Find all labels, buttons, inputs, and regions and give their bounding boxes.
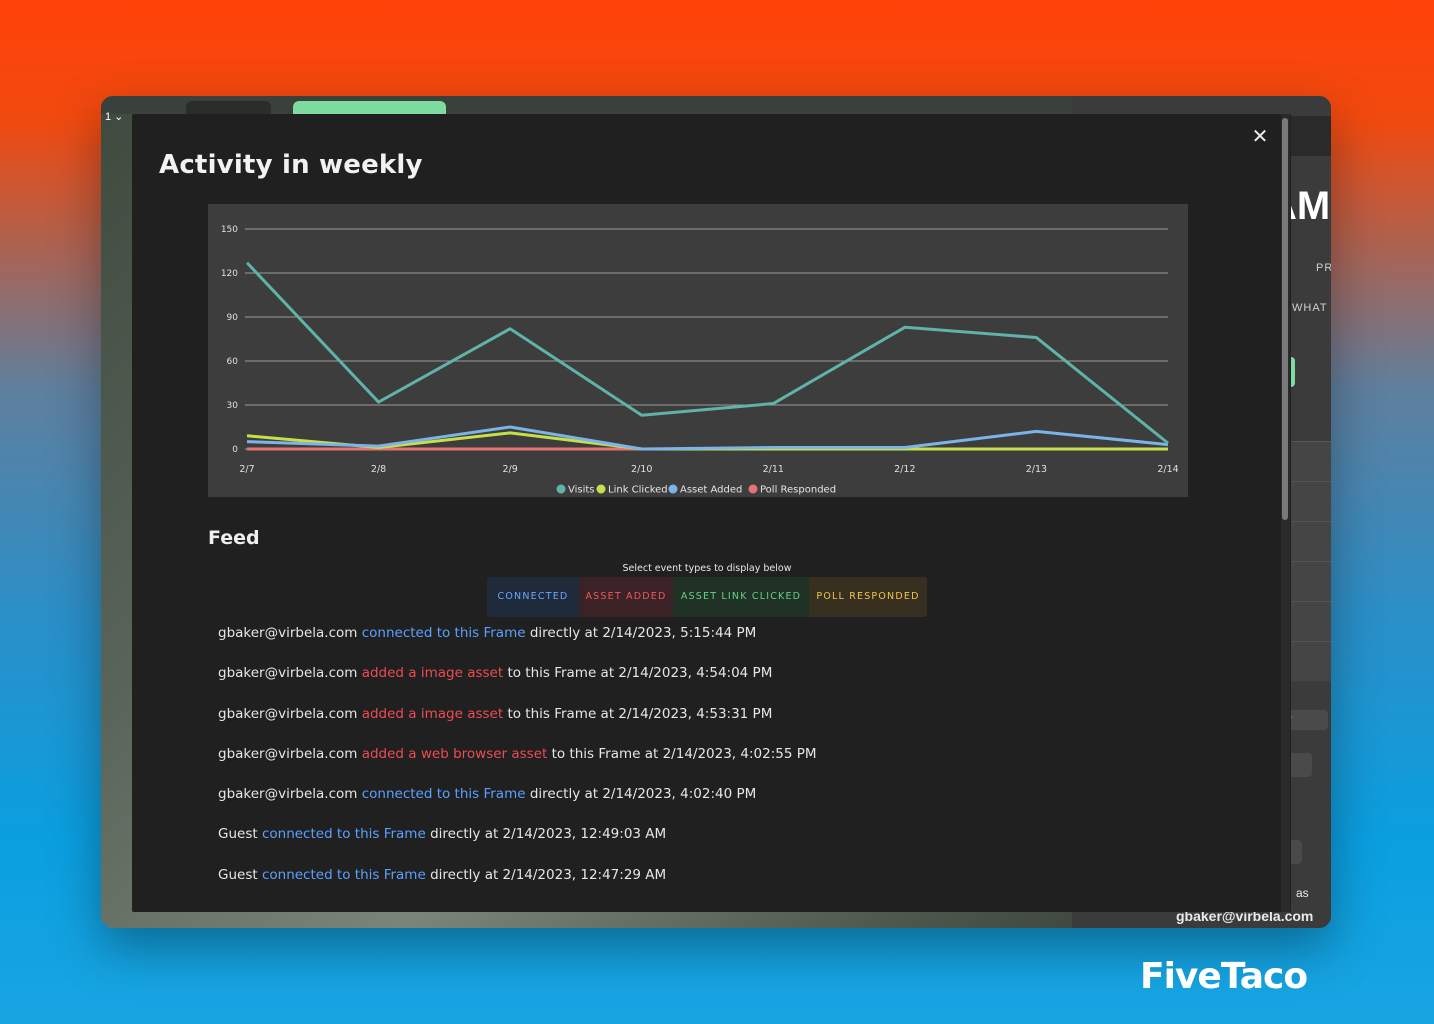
fivetaco-logo: FiveTaco <box>1140 956 1308 997</box>
feed-item-action-link[interactable]: connected to this Frame <box>362 625 526 641</box>
background-right-label-pr: PR <box>1316 262 1331 274</box>
feed-item-user: Guest <box>218 866 258 883</box>
chart-y-tick-label: 60 <box>227 357 239 367</box>
feed-item-action-link[interactable]: added a web browser asset <box>362 746 548 762</box>
feed-item: gbaker@virbela.com connected to this Fra… <box>218 786 1198 826</box>
chart-legend-marker <box>596 484 606 494</box>
feed-item-user: gbaker@virbela.com <box>218 745 358 762</box>
filter-caption: Select event types to display below <box>622 563 792 574</box>
chart-x-tick-label: 2/14 <box>1157 464 1178 475</box>
chart-legend-marker <box>748 484 758 494</box>
feed-item-detail: to this Frame at 2/14/2023, 4:54:04 PM <box>507 665 773 682</box>
feed-item: gbaker@virbela.com added a image asset t… <box>218 665 1198 705</box>
feed-item-detail: directly at 2/14/2023, 12:49:03 AM <box>430 826 667 843</box>
chart-x-tick-label: 2/8 <box>371 464 386 475</box>
feed-item: gbaker@virbela.com connected to this Fra… <box>218 625 1198 665</box>
background-right-as-label: as <box>1296 886 1309 900</box>
chart-legend-label: Asset Added <box>680 485 742 496</box>
chart-legend-label: Link Clicked <box>608 485 668 496</box>
modal-title: Activity in weekly <box>159 150 423 180</box>
feed-item-user: Guest <box>218 826 258 843</box>
feed-list: gbaker@virbela.com connected to this Fra… <box>218 625 1198 907</box>
chart-series-line <box>245 261 1169 445</box>
feed-item: Guest connected to this Frame directly a… <box>218 867 1198 907</box>
chart-legend-marker <box>668 484 678 494</box>
feed-item-detail: to this Frame at 2/14/2023, 4:02:55 PM <box>551 745 817 762</box>
activity-modal: ✕ Activity in weekly 0 30 60 90 120 150 2/7 2/8… <box>132 114 1291 912</box>
feed-title: Feed <box>208 527 260 549</box>
background-tab-number[interactable]: 1 ⌄ <box>105 110 123 123</box>
chart-y-tick-label: 90 <box>227 313 239 323</box>
chart-legend-label: Visits <box>568 485 595 496</box>
filter-connected-button[interactable]: CONNECTED <box>487 577 579 617</box>
chart-legend-label: Poll Responded <box>760 485 836 496</box>
feed-item: Guest connected to this Frame directly a… <box>218 826 1198 866</box>
feed-item-user: gbaker@virbela.com <box>218 786 358 803</box>
feed-item-detail: directly at 2/14/2023, 4:02:40 PM <box>529 786 757 803</box>
feed-item-detail: to this Frame at 2/14/2023, 4:53:31 PM <box>507 705 773 722</box>
chart-legend-marker <box>556 484 566 494</box>
feed-item-action-link[interactable]: connected to this Frame <box>362 786 526 802</box>
filter-poll-responded-button[interactable]: POLL RESPONDED <box>809 577 927 617</box>
activity-chart: 0 30 60 90 120 150 2/7 2/8 2/9 2/10 2/11 2/12 2/13 2/… <box>208 204 1188 497</box>
event-type-filter: CONNECTED ASSET ADDED ASSET LINK CLICKED… <box>487 577 927 617</box>
modal-scrollbar[interactable] <box>1281 114 1290 912</box>
chart-series-line <box>246 425 1169 451</box>
chart-x-tick-label: 2/9 <box>502 464 517 475</box>
background-tab[interactable] <box>186 101 271 114</box>
chart-x-tick-label: 2/10 <box>631 464 652 475</box>
feed-item-action-link[interactable]: connected to this Frame <box>262 867 426 883</box>
feed-item-user: gbaker@virbela.com <box>218 665 358 682</box>
close-icon[interactable]: ✕ <box>1250 126 1270 146</box>
chart-y-tick-label: 150 <box>221 225 238 235</box>
filter-asset-added-button[interactable]: ASSET ADDED <box>579 577 673 617</box>
chart-x-tick-label: 2/11 <box>763 464 784 475</box>
chart-x-tick-label: 2/13 <box>1026 464 1047 475</box>
chart-x-tick-label: 2/12 <box>894 464 915 475</box>
chart-y-tick-label: 0 <box>232 445 238 455</box>
chart-y-tick-label: 30 <box>227 401 239 411</box>
modal-scrollbar-thumb[interactable] <box>1282 118 1288 520</box>
filter-asset-link-clicked-button[interactable]: ASSET LINK CLICKED <box>673 577 809 617</box>
feed-item-user: gbaker@virbela.com <box>218 625 358 641</box>
feed-item-user: gbaker@virbela.com <box>218 705 358 722</box>
background-right-label-what: WHAT <box>1292 302 1328 314</box>
feed-item-detail: directly at 2/14/2023, 12:47:29 AM <box>430 866 667 883</box>
feed-item-action-link[interactable]: added a image asset <box>362 706 503 722</box>
feed-item: gbaker@virbela.com added a image asset t… <box>218 706 1198 746</box>
feed-item-action-link[interactable]: connected to this Frame <box>262 826 426 842</box>
activity-chart-svg: 0 30 60 90 120 150 2/7 2/8 2/9 2/10 2/11 2/12 2/13 2/… <box>221 225 1179 496</box>
feed-item: gbaker@virbela.com added a web browser a… <box>218 746 1198 786</box>
feed-item-action-link[interactable]: added a image asset <box>362 665 503 681</box>
feed-item-detail: directly at 2/14/2023, 5:15:44 PM <box>529 625 757 641</box>
chart-y-tick-label: 120 <box>221 269 238 279</box>
background-tab-active[interactable] <box>293 101 446 114</box>
chart-x-tick-label: 2/7 <box>239 464 254 475</box>
